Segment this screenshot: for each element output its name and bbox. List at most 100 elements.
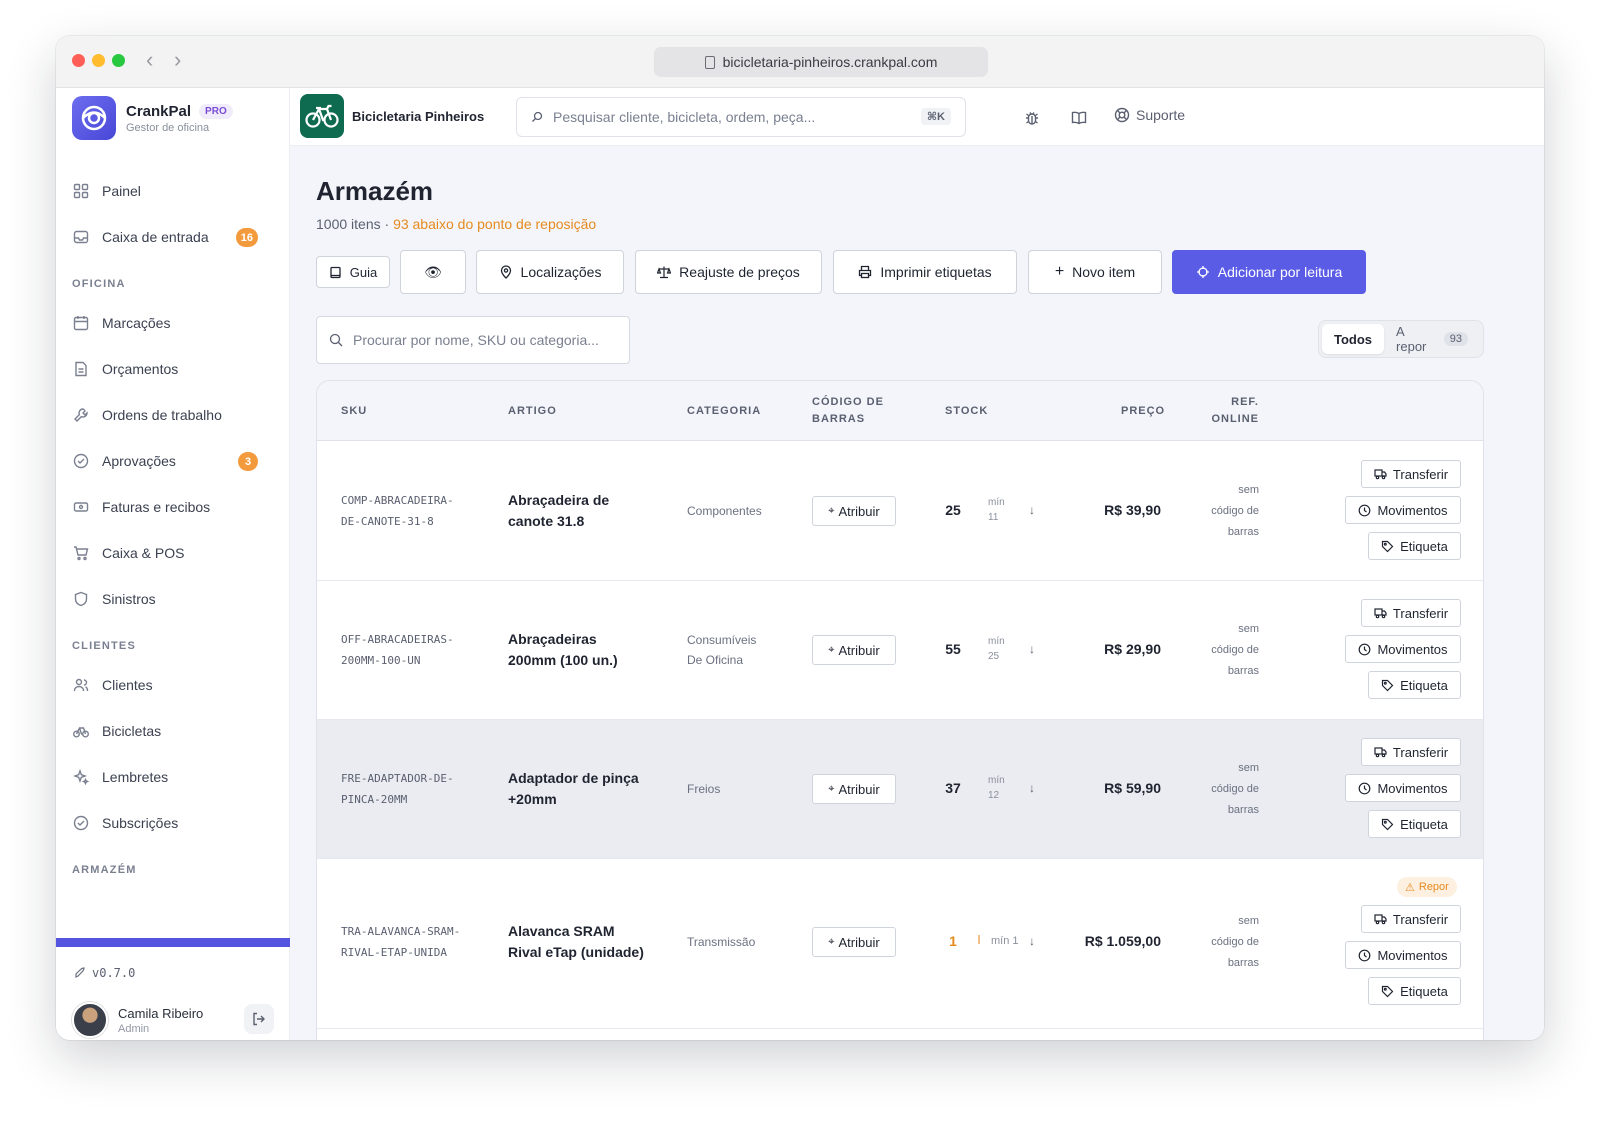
address-bar[interactable]: bicicletaria-pinheiros.crankpal.com xyxy=(654,47,988,77)
bug-report-icon[interactable] xyxy=(1022,108,1042,128)
view-toggle-button[interactable]: 👁 xyxy=(400,250,466,294)
column-online-ref[interactable]: REF. ONLINE xyxy=(1197,394,1259,428)
movements-button[interactable]: Movimentos xyxy=(1345,496,1461,524)
sidebar-item-ordens[interactable]: Ordens de trabalho xyxy=(72,398,274,432)
column-barcode-line-2: BARRAS xyxy=(812,413,866,425)
sidebar-item-bicicletas[interactable]: Bicicletas xyxy=(72,714,274,748)
reorder-warning-link[interactable]: 93 abaixo do ponto de reposição xyxy=(393,216,596,232)
minimize-window-button[interactable] xyxy=(92,54,105,67)
browser-toolbar: ‹ › bicicletaria-pinheiros.crankpal.com xyxy=(56,36,1544,88)
label-button[interactable]: Etiqueta xyxy=(1368,671,1461,699)
assign-label: Atribuir xyxy=(838,781,880,797)
movements-button[interactable]: Movimentos xyxy=(1345,774,1461,802)
guide-label: Guia xyxy=(349,264,378,280)
transfer-label: Transferir xyxy=(1392,466,1449,482)
inventory-search-input[interactable]: Procurar por nome, SKU ou categoria... xyxy=(316,316,630,364)
table-row[interactable]: OFF-ABRACADEIRAS- 200MM-100-UN Abraçadeir… xyxy=(317,581,1483,720)
assign-barcode-button[interactable]: ⌖ Atribuir xyxy=(812,774,896,804)
transfer-button[interactable]: Transferir xyxy=(1361,460,1461,488)
sidebar-item-lembretes[interactable]: Lembretes xyxy=(72,760,274,794)
search-placeholder: Pesquisar cliente, bicicleta, ordem, peç… xyxy=(553,109,816,125)
sidebar-item-marcacoes[interactable]: Marcações xyxy=(72,306,274,340)
arrow-down-icon[interactable]: ↓ xyxy=(1029,503,1035,517)
sidebar-item-sinistros[interactable]: Sinistros xyxy=(72,582,274,616)
article-line-2: canote 31.8 xyxy=(508,513,585,529)
movements-button[interactable]: Movimentos xyxy=(1345,635,1461,663)
assign-barcode-button[interactable]: ⌖ Atribuir xyxy=(812,496,896,526)
min-value: 12 xyxy=(988,790,1000,801)
support-button[interactable]: Suporte xyxy=(1114,107,1185,123)
forward-arrow-icon[interactable]: › xyxy=(174,48,181,72)
avatar xyxy=(72,1002,108,1038)
movements-button[interactable]: Movimentos xyxy=(1345,941,1461,969)
arrow-down-icon[interactable]: ↓ xyxy=(1029,642,1035,656)
assign-label: Atribuir xyxy=(838,934,880,950)
sidebar-item-faturas[interactable]: Faturas e recibos xyxy=(72,490,274,524)
column-price[interactable]: PREÇO xyxy=(1121,403,1165,420)
sidebar-item-inbox[interactable]: Caixa de entrada 16 xyxy=(72,220,274,254)
article-cell[interactable]: Abraçadeiras 200mm (100 un.) xyxy=(508,629,658,671)
table-row[interactable]: TRA-ALAVANCA-SRAM- RIVAL-ETAP-UNIDA Alava… xyxy=(317,859,1483,1029)
global-search-input[interactable]: Pesquisar cliente, bicicleta, ordem, peç… xyxy=(516,97,966,137)
arrow-down-icon[interactable]: ↓ xyxy=(1029,781,1035,795)
column-barcode-line-1: CÓDIGO DE xyxy=(812,396,884,408)
sidebar-item-painel[interactable]: Painel xyxy=(72,174,274,208)
article-cell[interactable]: Adaptador de pinça +20mm xyxy=(508,768,658,810)
price-adjust-button[interactable]: Reajuste de preços xyxy=(635,250,822,294)
new-item-label: Novo item xyxy=(1072,264,1136,280)
article-cell[interactable]: Alavanca SRAM Rival eTap (unidade) xyxy=(508,921,658,963)
url-text: bicicletaria-pinheiros.crankpal.com xyxy=(722,54,938,70)
add-by-scan-button[interactable]: Adicionar por leitura xyxy=(1172,250,1366,294)
transfer-button[interactable]: Transferir xyxy=(1361,599,1461,627)
sidebar-item-caixa-pos[interactable]: Caixa & POS xyxy=(72,536,274,570)
shop-switcher[interactable]: Bicicletaria Pinheiros xyxy=(300,94,484,138)
transfer-button[interactable]: Transferir xyxy=(1361,738,1461,766)
scale-icon xyxy=(657,265,672,279)
label-button[interactable]: Etiqueta xyxy=(1368,977,1461,1005)
truck-icon xyxy=(1374,913,1387,925)
column-barcode[interactable]: CÓDIGO DE BARRAS xyxy=(812,394,884,428)
sidebar-item-label: Ordens de trabalho xyxy=(102,407,222,423)
locations-button[interactable]: Localizações xyxy=(476,250,624,294)
table-row[interactable]: FRE-ADAPTADOR-DE- PINCA-20MM Adaptador de… xyxy=(317,720,1483,859)
column-stock[interactable]: STOCK xyxy=(945,403,988,420)
logout-button[interactable] xyxy=(244,1004,274,1034)
article-line-2: Rival eTap (unidade) xyxy=(508,944,644,960)
sidebar-item-aprovacoes[interactable]: Aprovações 3 xyxy=(72,444,274,478)
min-label: mín xyxy=(988,775,1005,786)
assign-barcode-button[interactable]: ⌖ Atribuir xyxy=(812,927,896,957)
maximize-window-button[interactable] xyxy=(112,54,125,67)
sku-line-2: 200MM-100-UN xyxy=(341,654,421,667)
guide-button[interactable]: Guia xyxy=(316,256,390,288)
arrow-down-icon[interactable]: ↓ xyxy=(1029,934,1035,948)
book-icon[interactable] xyxy=(1069,108,1089,128)
column-category[interactable]: CATEGORIA xyxy=(687,403,761,420)
assign-label: Atribuir xyxy=(838,503,880,519)
column-article[interactable]: ARTIGO xyxy=(508,403,557,420)
brand[interactable]: CrankPal PRO Gestor de oficina xyxy=(72,96,233,140)
article-line-2: +20mm xyxy=(508,791,557,807)
assign-barcode-button[interactable]: ⌖ Atribuir xyxy=(812,635,896,665)
new-item-button[interactable]: + Novo item xyxy=(1028,250,1162,294)
close-window-button[interactable] xyxy=(72,54,85,67)
print-labels-button[interactable]: Imprimir etiquetas xyxy=(833,250,1017,294)
sidebar-item-clientes[interactable]: Clientes xyxy=(72,668,274,702)
filter-all-tab[interactable]: Todos xyxy=(1322,324,1385,354)
table-row[interactable]: COMP-ABRACADEIRA- DE-CANOTE-31-8 Abraçade… xyxy=(317,442,1483,581)
active-nav-indicator xyxy=(56,938,290,947)
filter-reorder-tab[interactable]: A repor 93 xyxy=(1384,324,1480,354)
label-button[interactable]: Etiqueta xyxy=(1368,810,1461,838)
column-sku[interactable]: SKU xyxy=(341,403,367,420)
bicycle-icon xyxy=(72,722,90,740)
transfer-button[interactable]: Transferir xyxy=(1361,905,1461,933)
user-profile[interactable]: Camila Ribeiro Admin xyxy=(72,1000,274,1040)
sku-line-1: TRA-ALAVANCA-SRAM- xyxy=(341,925,461,938)
article-cell[interactable]: Abraçadeira de canote 31.8 xyxy=(508,490,658,532)
clock-icon xyxy=(1358,782,1371,795)
item-count: 1000 itens · xyxy=(316,216,394,232)
sidebar-item-subscricoes[interactable]: Subscrições xyxy=(72,806,274,840)
label-button[interactable]: Etiqueta xyxy=(1368,532,1461,560)
back-arrow-icon[interactable]: ‹ xyxy=(146,48,153,72)
sku-cell: FRE-ADAPTADOR-DE- PINCA-20MM xyxy=(341,768,481,810)
sidebar-item-orcamentos[interactable]: Orçamentos xyxy=(72,352,274,386)
